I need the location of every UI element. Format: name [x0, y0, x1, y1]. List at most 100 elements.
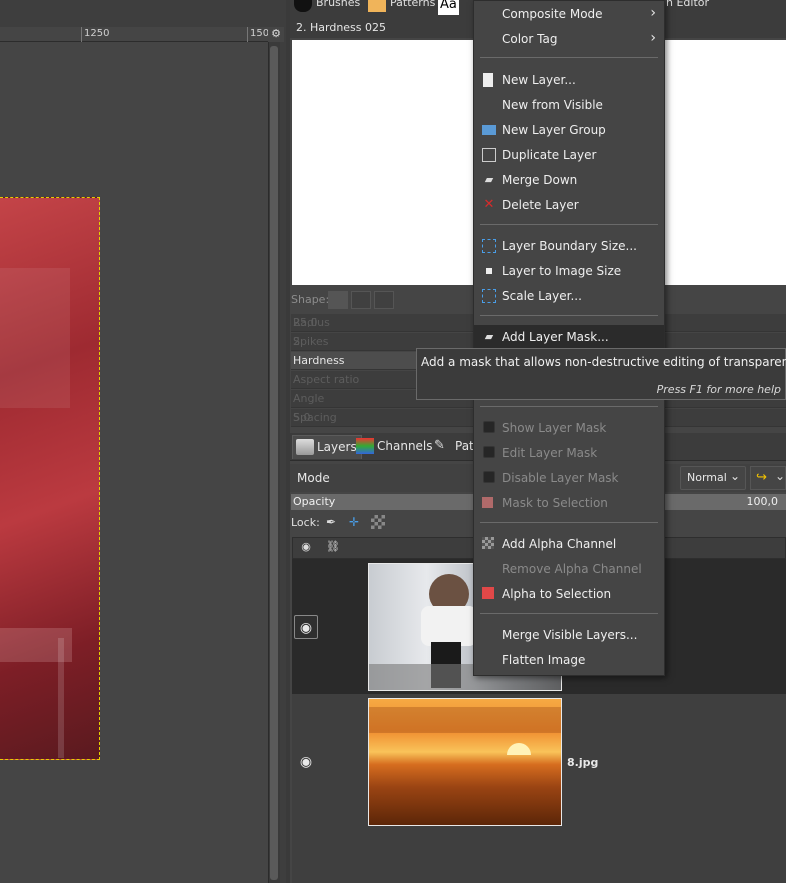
checkbox[interactable]	[483, 471, 495, 483]
menu-label: Scale Layer...	[502, 289, 582, 303]
checkbox[interactable]	[483, 421, 495, 433]
menu-separator	[480, 522, 658, 523]
menu-item-merge-down[interactable]: ▰ Merge Down	[474, 168, 664, 192]
menu-item-scale-layer[interactable]: Scale Layer...	[474, 284, 664, 308]
menu-item-new-layer[interactable]: New Layer...	[474, 68, 664, 92]
menu-item-duplicate-layer[interactable]: Duplicate Layer	[474, 143, 664, 167]
menu-item-new-from-visible[interactable]: New from Visible	[474, 93, 664, 117]
alpha-selection-icon	[482, 587, 494, 599]
scrollbar-thumb[interactable]	[270, 46, 278, 880]
menu-label: Layer Boundary Size...	[502, 239, 637, 253]
menu-label: Color Tag	[502, 32, 558, 46]
layer-name[interactable]: 8.jpg	[567, 756, 598, 769]
menu-separator	[480, 315, 658, 316]
mode-label: Mode	[297, 471, 330, 485]
menu-item-remove-alpha-channel[interactable]: Remove Alpha Channel	[474, 557, 664, 581]
layers-icon	[296, 439, 314, 455]
shape-diamond-button[interactable]	[374, 291, 394, 309]
folder-icon	[482, 125, 496, 135]
menu-label: Add Layer Mask...	[502, 330, 609, 344]
menu-label: Delete Layer	[502, 198, 579, 212]
mask-selection-icon	[482, 497, 493, 508]
tab-brushes[interactable]: Brushes	[316, 0, 360, 14]
merge-down-icon: ▰	[484, 173, 494, 186]
tooltip: Add a mask that allows non-destructive e…	[416, 348, 786, 400]
menu-item-mask-to-selection[interactable]: Mask to Selection	[474, 491, 664, 515]
chevron-down-icon: ⌄	[729, 469, 740, 483]
lock-alpha-icon[interactable]	[371, 515, 385, 529]
canvas-layer-image[interactable]	[0, 197, 100, 760]
lock-pixels-icon[interactable]: ✒	[324, 515, 338, 529]
menu-item-alpha-to-selection[interactable]: Alpha to Selection	[474, 582, 664, 606]
composite-icon: ↪	[756, 470, 767, 485]
tab-patterns[interactable]: Patterns	[390, 0, 435, 14]
tab-label: Layers	[317, 440, 357, 454]
tab-editor[interactable]: n Editor	[666, 0, 709, 14]
ruler-label-1250: 1250	[84, 28, 110, 39]
menu-label: Duplicate Layer	[502, 148, 597, 162]
menu-item-delete-layer[interactable]: ✕ Delete Layer	[474, 193, 664, 217]
menu-label: Merge Visible Layers...	[502, 628, 638, 642]
patterns-icon	[368, 0, 386, 12]
duplicate-icon	[482, 148, 496, 162]
menu-label: Edit Layer Mask	[502, 446, 598, 460]
shape-square-button[interactable]	[351, 291, 371, 309]
tooltip-text: Add a mask that allows non-destructive e…	[421, 355, 786, 369]
menu-separator	[480, 224, 658, 225]
menu-item-color-tag[interactable]: Color Tag ›	[474, 27, 664, 51]
lock-label: Lock:	[291, 516, 320, 529]
chevron-right-icon: ›	[650, 5, 656, 21]
menu-item-edit-layer-mask[interactable]: Edit Layer Mask	[474, 441, 664, 465]
checkbox[interactable]	[483, 446, 495, 458]
param-label: Hardness	[293, 354, 345, 367]
shape-circle-button[interactable]	[328, 291, 348, 309]
alpha-channel-icon	[482, 537, 494, 549]
visibility-eye-icon[interactable]: ◉	[294, 750, 318, 774]
mode-value: Normal	[687, 471, 727, 484]
channels-icon	[356, 438, 374, 454]
menu-item-add-alpha-channel[interactable]: Add Alpha Channel	[474, 532, 664, 556]
menu-separator	[480, 406, 658, 407]
menu-item-flatten-image[interactable]: Flatten Image	[474, 648, 664, 672]
fonts-icon[interactable]: Aa	[438, 0, 459, 15]
opacity-label: Opacity	[293, 495, 336, 508]
menu-label: Composite Mode	[502, 7, 603, 21]
menu-label: Alpha to Selection	[502, 587, 612, 601]
menu-label: Show Layer Mask	[502, 421, 607, 435]
delete-icon: ✕	[483, 197, 495, 212]
lock-position-icon[interactable]: ✛	[347, 515, 361, 529]
ruler-label-150: 150	[250, 28, 270, 39]
menu-label: Add Alpha Channel	[502, 537, 617, 551]
tooltip-help: Press F1 for more help	[656, 383, 781, 396]
chain-icon[interactable]: ⛓	[325, 540, 341, 556]
menu-item-layer-to-image-size[interactable]: Layer to Image Size	[474, 259, 664, 283]
menu-separator	[480, 613, 658, 614]
tab-label: Channels	[377, 439, 433, 453]
boundary-size-icon	[482, 239, 496, 253]
brush-name: 2. Hardness 025	[296, 21, 387, 34]
menu-item-new-layer-group[interactable]: New Layer Group	[474, 118, 664, 142]
menu-item-disable-layer-mask[interactable]: Disable Layer Mask	[474, 466, 664, 490]
visibility-eye-icon[interactable]: ◉	[294, 615, 318, 639]
menu-item-add-layer-mask[interactable]: ▰ Add Layer Mask...	[474, 325, 664, 349]
layer-to-image-icon	[486, 268, 492, 274]
new-layer-icon	[483, 73, 493, 87]
menu-label: Flatten Image	[502, 653, 586, 667]
menu-item-composite-mode[interactable]: Composite Mode ›	[474, 2, 664, 26]
horizontal-ruler: 1250 150	[0, 27, 270, 42]
param-label: Angle	[293, 392, 325, 405]
layer-thumbnail[interactable]	[368, 698, 562, 826]
composite-mode-button[interactable]: ↪ ⌄	[750, 466, 786, 490]
menu-label: New Layer...	[502, 73, 576, 87]
mode-select[interactable]: Normal ⌄	[680, 466, 746, 490]
scale-layer-icon	[482, 289, 496, 303]
eye-icon[interactable]: ◉	[298, 540, 314, 556]
navigate-icon[interactable]: ⚙	[268, 27, 284, 42]
tab-channels[interactable]: Channels	[353, 435, 437, 459]
tab-layers[interactable]: Layers	[292, 435, 362, 459]
shape-label: Shape:	[291, 293, 330, 306]
menu-separator	[480, 57, 658, 58]
menu-item-layer-boundary-size[interactable]: Layer Boundary Size...	[474, 234, 664, 258]
menu-item-merge-visible-layers[interactable]: Merge Visible Layers...	[474, 623, 664, 647]
menu-item-show-layer-mask[interactable]: Show Layer Mask	[474, 416, 664, 440]
